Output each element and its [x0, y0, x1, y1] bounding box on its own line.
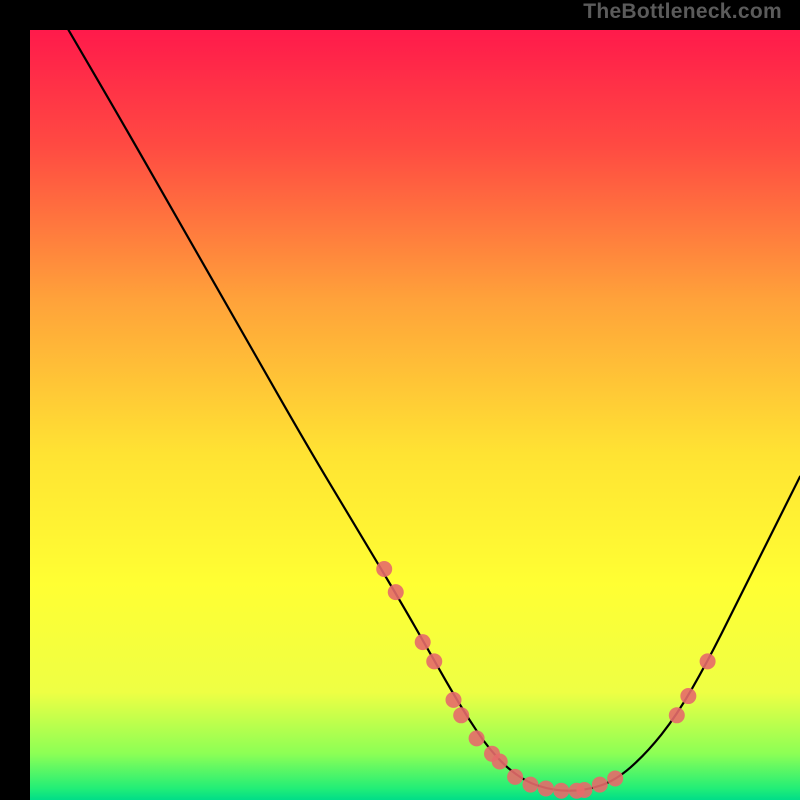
data-marker	[415, 634, 431, 650]
data-marker	[453, 707, 469, 723]
data-marker	[700, 653, 716, 669]
data-marker	[446, 692, 462, 708]
data-marker	[523, 777, 539, 793]
data-marker	[607, 770, 623, 786]
data-marker	[376, 561, 392, 577]
watermark-text: TheBottleneck.com	[583, 0, 782, 24]
data-marker	[507, 769, 523, 785]
data-marker	[553, 783, 569, 799]
data-marker	[492, 754, 508, 770]
gradient-background	[30, 30, 800, 800]
plot-area	[30, 30, 800, 800]
data-marker	[469, 730, 485, 746]
data-marker	[388, 584, 404, 600]
chart-svg	[30, 30, 800, 800]
data-marker	[669, 707, 685, 723]
data-marker	[538, 780, 554, 796]
chart-frame	[15, 15, 785, 785]
data-marker	[426, 653, 442, 669]
data-marker	[680, 688, 696, 704]
data-marker	[576, 782, 592, 798]
data-marker	[592, 777, 608, 793]
